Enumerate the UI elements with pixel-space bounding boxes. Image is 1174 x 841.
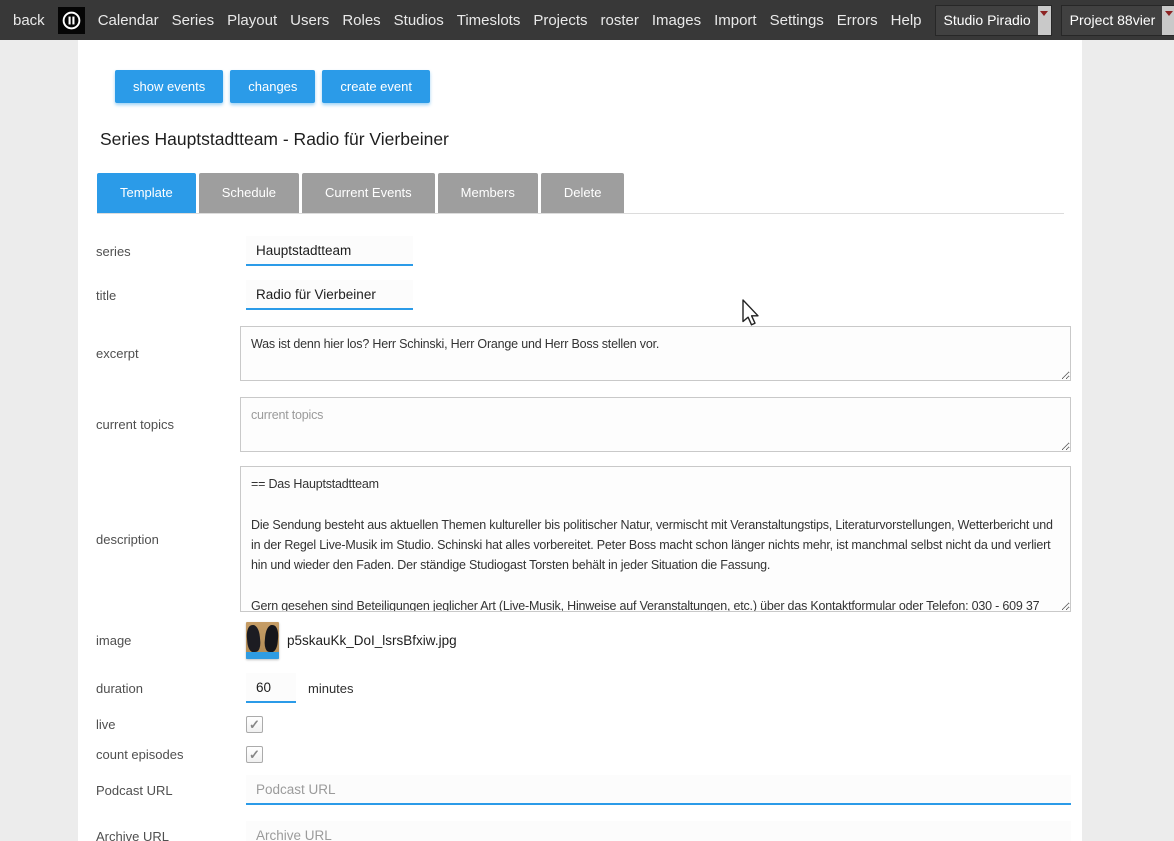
nav-item-images[interactable]: Images [652,12,701,29]
series-image-thumbnail[interactable] [246,622,279,659]
series-label: series [96,244,246,259]
current-topics-textarea[interactable] [240,397,1071,452]
series-template-form: series title excerpt Was ist denn hier l… [78,236,1082,841]
tab-members[interactable]: Members [438,173,538,213]
nav-item-roles[interactable]: Roles [342,12,380,29]
toolbar: show events changes create event [115,70,1082,103]
main-content: show events changes create event Series … [78,40,1082,841]
nav-item-calendar[interactable]: Calendar [98,12,159,29]
nav-item-projects[interactable]: Projects [533,12,587,29]
create-event-button[interactable]: create event [322,70,430,103]
chevron-down-icon [1162,6,1174,35]
current-topics-label: current topics [96,417,246,432]
duration-suffix: minutes [308,681,354,696]
nav-item-playout[interactable]: Playout [227,12,277,29]
count-episodes-label: count episodes [96,747,246,762]
project-select-value: Project 88vier [1070,12,1156,28]
top-nav: back Calendar Series Playout Users Roles… [0,0,1174,40]
excerpt-label: excerpt [96,346,246,361]
title-row: title [78,280,1082,310]
nav-item-errors[interactable]: Errors [837,12,878,29]
studio-select-value: Studio Piradio [944,12,1031,28]
chevron-down-icon [1038,6,1051,35]
podcast-url-row: Podcast URL [78,775,1082,805]
current-topics-row: current topics [78,397,1082,452]
page-title: Series Hauptstadtteam - Radio für Vierbe… [100,129,1082,149]
title-input[interactable] [246,280,413,310]
archive-url-label: Archive URL [96,829,246,841]
tab-schedule[interactable]: Schedule [199,173,299,213]
title-label: title [96,288,246,303]
image-label: image [96,633,246,648]
live-checkbox[interactable]: ✓ [246,716,263,733]
count-episodes-checkbox[interactable]: ✓ [246,746,263,763]
tab-current-events[interactable]: Current Events [302,173,435,213]
nav-item-help[interactable]: Help [891,12,922,29]
description-label: description [96,532,246,547]
nav-item-timeslots[interactable]: Timeslots [457,12,521,29]
tab-template[interactable]: Template [97,173,196,213]
duration-row: duration minutes [78,673,1082,703]
check-icon: ✓ [249,718,260,731]
count-episodes-row: count episodes ✓ [78,746,1082,763]
nav-item-roster[interactable]: roster [601,12,639,29]
nav-item-import[interactable]: Import [714,12,757,29]
check-icon: ✓ [249,748,260,761]
app-logo-pause-circle-icon[interactable] [58,7,85,34]
description-textarea[interactable]: == Das Hauptstadtteam Die Sendung besteh… [240,466,1071,612]
tab-bar: Template Schedule Current Events Members… [97,173,1064,214]
nav-item-series[interactable]: Series [172,12,215,29]
live-row: live ✓ [78,716,1082,733]
changes-button[interactable]: changes [230,70,315,103]
image-filename: p5skauKk_DoI_lsrsBfxiw.jpg [287,633,457,648]
archive-url-input[interactable] [246,821,1071,841]
image-row: image p5skauKk_DoI_lsrsBfxiw.jpg [78,622,1082,659]
show-events-button[interactable]: show events [115,70,223,103]
studio-select[interactable]: Studio Piradio [935,5,1052,36]
archive-url-row: Archive URL [78,821,1082,841]
duration-input[interactable] [246,673,296,703]
nav-item-settings[interactable]: Settings [770,12,824,29]
back-link[interactable]: back [13,12,45,29]
description-row: description == Das Hauptstadtteam Die Se… [78,466,1082,612]
nav-right-group: Studio Piradio Project 88vier Logout mil… [935,5,1174,36]
tab-delete[interactable]: Delete [541,173,625,213]
nav-item-studios[interactable]: Studios [394,12,444,29]
excerpt-row: excerpt Was ist denn hier los? Herr Schi… [78,326,1082,381]
series-input[interactable] [246,236,413,266]
series-row: series [78,236,1082,266]
live-label: live [96,717,246,732]
podcast-url-input[interactable] [246,775,1071,805]
podcast-url-label: Podcast URL [96,783,246,798]
duration-label: duration [96,681,246,696]
pause-circle-icon [61,10,82,31]
nav-item-users[interactable]: Users [290,12,329,29]
excerpt-textarea[interactable]: Was ist denn hier los? Herr Schinski, He… [240,326,1071,381]
project-select[interactable]: Project 88vier [1061,5,1174,36]
